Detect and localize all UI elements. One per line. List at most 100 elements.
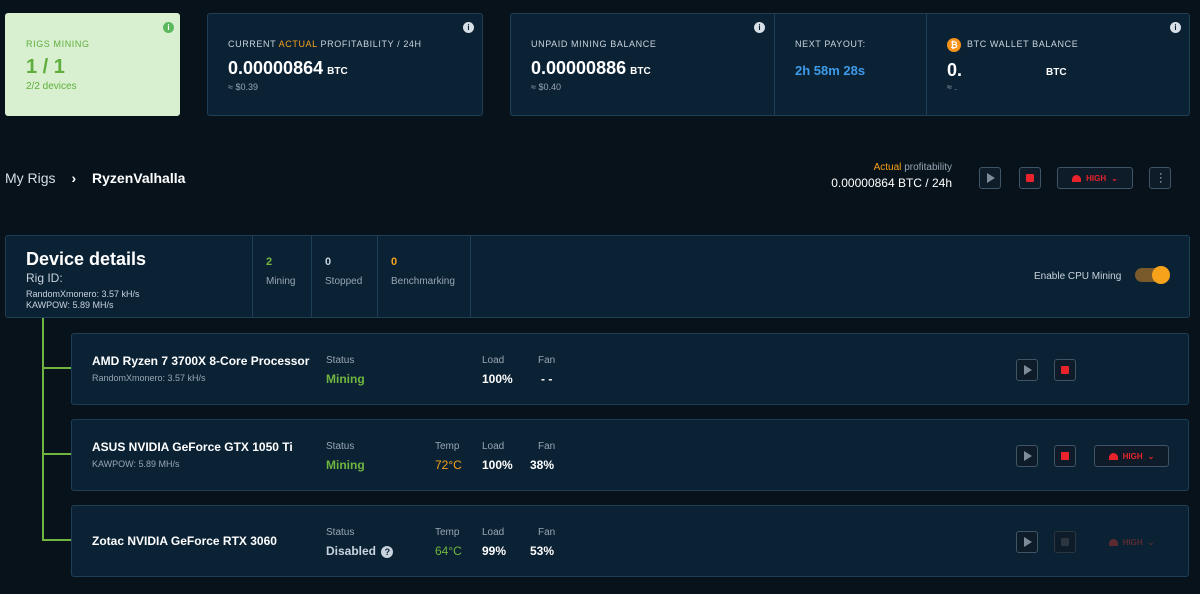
divider: [774, 14, 775, 115]
profitability-label-suffix: PROFITABILITY / 24H: [320, 39, 422, 49]
toggle-knob: [1152, 266, 1170, 284]
rig-more-options-button[interactable]: · · ·: [1149, 167, 1171, 189]
more-vertical-icon: · · ·: [1159, 168, 1163, 188]
stat-benchmarking: 0 Benchmarking: [391, 256, 455, 287]
play-icon: [1024, 365, 1032, 375]
tree-line: [42, 318, 44, 541]
device-start-button[interactable]: [1016, 531, 1038, 553]
stat-stopped-value: 0: [325, 256, 332, 268]
fan-label: Fan: [538, 355, 556, 366]
device-stop-button[interactable]: [1054, 445, 1076, 467]
device-name: AMD Ryzen 7 3700X 8-Core Processor: [92, 354, 310, 368]
device-row: AMD Ryzen 7 3700X 8-Core Processor Rando…: [71, 333, 1189, 405]
help-icon[interactable]: ?: [381, 546, 394, 558]
chevron-down-icon: ⌄: [1147, 451, 1155, 461]
device-start-button[interactable]: [1016, 445, 1038, 467]
load-label: Load: [482, 355, 505, 366]
wallet-label: BTC WALLET BALANCE: [967, 39, 1079, 49]
bitcoin-icon: ₿: [947, 38, 961, 52]
rig-start-button[interactable]: [979, 167, 1001, 189]
device-start-button[interactable]: [1016, 359, 1038, 381]
device-power-mode-label: HIGH: [1122, 451, 1143, 461]
chevron-down-icon: ⌄: [1147, 537, 1155, 547]
device-algo: KAWPOW: 5.89 MH/s: [92, 459, 180, 469]
device-details-panel: Device details Rig ID: RandomXmonero: 3.…: [5, 235, 1190, 318]
tree-line: [42, 367, 71, 369]
divider: [311, 236, 312, 317]
device-status: Mining: [326, 458, 365, 472]
chevron-down-icon: ⌄: [1111, 173, 1118, 183]
gauge-icon: [1072, 174, 1082, 182]
profitability-label: CURRENT ACTUAL PROFITABILITY / 24H: [228, 39, 422, 49]
rig-id-label: Rig ID:: [26, 271, 63, 285]
cpu-mining-toggle[interactable]: [1135, 266, 1170, 284]
info-icon[interactable]: i: [754, 22, 765, 33]
divider: [470, 236, 471, 317]
device-temp: 64°C: [435, 544, 462, 558]
breadcrumb-root-link[interactable]: My Rigs: [5, 170, 56, 186]
load-label: Load: [482, 441, 505, 452]
tree-line: [42, 539, 71, 541]
device-status-row: Disabled ?: [326, 544, 394, 558]
play-icon: [1024, 451, 1032, 461]
rig-profitability-accent: Actual: [873, 162, 902, 173]
device-power-mode-dropdown[interactable]: HIGH ⌄: [1094, 531, 1169, 553]
stat-stopped: 0 Stopped: [325, 256, 362, 287]
stat-mining-value: 2: [266, 256, 273, 268]
rig-power-mode-dropdown[interactable]: HIGH ⌄: [1057, 167, 1133, 189]
stat-benchmarking-value: 0: [391, 256, 398, 268]
device-details-title: Device details: [26, 249, 147, 269]
stop-icon: [1061, 452, 1069, 460]
play-icon: [1024, 537, 1032, 547]
device-fan: 38%: [530, 458, 555, 472]
info-icon[interactable]: i: [463, 22, 474, 33]
stat-mining-label: Mining: [266, 276, 296, 287]
fan-label: Fan: [538, 441, 556, 452]
next-payout-label: NEXT PAYOUT:: [795, 39, 866, 49]
load-label: Load: [482, 527, 505, 538]
status-label: Status: [326, 527, 355, 538]
rig-profitability-text: profitability: [904, 162, 952, 173]
profitability-label-accent: ACTUAL: [278, 39, 318, 49]
device-power-mode-dropdown[interactable]: HIGH ⌄: [1094, 445, 1169, 467]
next-payout-value: 2h 58m 28s: [795, 63, 866, 78]
rig-profitability-value: 0.00000864 BTC / 24h: [831, 176, 952, 190]
status-label: Status: [326, 355, 355, 366]
unpaid-label: UNPAID MINING BALANCE: [531, 39, 657, 49]
stat-benchmarking-label: Benchmarking: [391, 276, 455, 287]
rigs-mining-card: RIGS MINING i 1 / 1 2/2 devices: [5, 13, 180, 116]
device-name: Zotac NVIDIA GeForce RTX 3060: [92, 534, 277, 548]
profitability-card: CURRENT ACTUAL PROFITABILITY / 24H i 0.0…: [207, 13, 483, 116]
device-row: ASUS NVIDIA GeForce GTX 1050 Ti KAWPOW: …: [71, 419, 1189, 491]
device-load: 100%: [482, 372, 513, 386]
device-load: 100%: [482, 458, 513, 472]
info-icon[interactable]: i: [163, 22, 174, 33]
tree-line: [42, 453, 71, 455]
rigs-mining-label: RIGS MINING: [26, 39, 90, 49]
device-fan: - -: [541, 372, 553, 386]
gauge-icon: [1108, 452, 1118, 460]
unpaid-value-row: 0.00000886 BTC: [531, 58, 651, 79]
balance-card-group: UNPAID MINING BALANCE i 0.00000886 BTC ≈ …: [510, 13, 1190, 116]
breadcrumb-current: RyzenValhalla: [92, 170, 186, 186]
rigs-mining-devices: 2/2 devices: [26, 81, 77, 92]
divider: [377, 236, 378, 317]
stat-mining: 2 Mining: [266, 256, 295, 287]
device-load: 99%: [482, 544, 507, 558]
profitability-usd: ≈ $0.39: [228, 82, 258, 92]
unpaid-unit: BTC: [630, 66, 651, 77]
device-row: Zotac NVIDIA GeForce RTX 3060 Status Dis…: [71, 505, 1189, 577]
temp-label: Temp: [435, 441, 460, 452]
profitability-unit: BTC: [327, 66, 348, 77]
wallet-usd: ≈ .: [947, 82, 957, 92]
wallet-value: 0.: [947, 60, 963, 80]
device-stop-button[interactable]: [1054, 359, 1076, 381]
stop-icon: [1061, 538, 1069, 546]
unpaid-value: 0.00000886: [531, 58, 627, 78]
rig-stop-button[interactable]: [1019, 167, 1041, 189]
info-icon[interactable]: i: [1170, 22, 1181, 33]
divider: [252, 236, 253, 317]
rig-profitability: Actual profitability 0.00000864 BTC / 24…: [831, 162, 952, 190]
rig-algo-2: KAWPOW: 5.89 MH/s: [26, 300, 114, 310]
device-stop-button[interactable]: [1054, 531, 1076, 553]
